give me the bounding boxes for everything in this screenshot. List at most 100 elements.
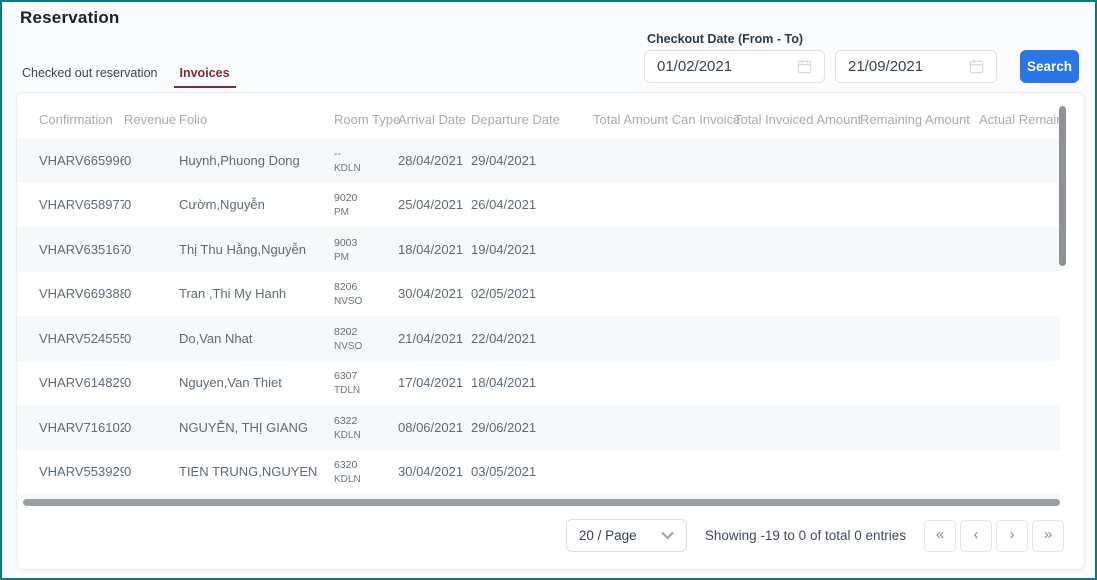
arrival-date-cell: 25/04/2021 <box>398 183 471 228</box>
actual-remaining-cell <box>979 361 1060 406</box>
page-size-select[interactable]: 20 / Page <box>566 519 687 552</box>
room-number: 6320 <box>334 457 398 474</box>
revenue-cell: 0 <box>124 138 179 183</box>
table-row: VHARV6148290Nguyen,Van Thiet6307TDLN17/0… <box>17 361 1060 406</box>
remaining-amount-cell <box>860 405 979 450</box>
chevron-down-icon <box>661 531 674 540</box>
total-invoiced-amount-cell <box>734 272 860 317</box>
date-from-input[interactable] <box>657 58 767 75</box>
remaining-amount-cell <box>860 361 979 406</box>
revenue-cell: 0 <box>124 405 179 450</box>
column-header-total-invoiced-amount: Total Invoiced Amount <box>734 93 860 138</box>
next-page-button[interactable]: › <box>996 520 1028 552</box>
remaining-amount-cell <box>860 316 979 361</box>
folio-cell: Huynh,Phuong Dong <box>179 138 334 183</box>
room-type-code: KDLN <box>334 474 398 486</box>
actual-remaining-cell <box>979 227 1060 272</box>
table-scroll-region: Confirmation Revenue Folio Room Type Arr… <box>17 93 1060 500</box>
arrival-date-cell: 08/06/2021 <box>398 405 471 450</box>
folio-cell: Do,Van Nhat <box>179 316 334 361</box>
column-header-remaining-amount: Remaining Amount <box>860 93 979 138</box>
pagination-summary: Showing -19 to 0 of total 0 entries <box>705 528 906 543</box>
table-row: VHARV6693880Tran ,Thi My Hanh8206NVSO30/… <box>17 272 1060 317</box>
departure-date-cell: 02/05/2021 <box>471 272 593 317</box>
tab-bar: Checked out reservation Invoices <box>20 64 236 88</box>
room-type-code: PM <box>334 252 398 264</box>
total-amount-can-invoice-cell <box>593 272 734 317</box>
date-to-input[interactable] <box>848 58 958 75</box>
arrival-date-cell: 30/04/2021 <box>398 450 471 495</box>
table-body: VHARV6659960Huynh,Phuong Dong--KDLN28/04… <box>17 138 1060 500</box>
date-from-field[interactable] <box>644 50 825 83</box>
horizontal-scrollbar-thumb[interactable] <box>23 499 1060 506</box>
confirmation-cell: VHARV553929 <box>17 450 124 495</box>
total-invoiced-amount-cell <box>734 316 860 361</box>
room-type-code: KDLN <box>334 163 398 175</box>
confirmation-cell: VHARV669388 <box>17 272 124 317</box>
confirmation-cell: VHARV665996 <box>17 138 124 183</box>
departure-date-cell: 26/04/2021 <box>471 183 593 228</box>
table-row: VHARV6351670Thị Thu Hằng,Nguyễn9003PM18/… <box>17 227 1060 272</box>
departure-date-cell: 03/05/2021 <box>471 450 593 495</box>
room-type-cell: 9020PM <box>334 183 398 228</box>
total-amount-can-invoice-cell <box>593 361 734 406</box>
room-number: -- <box>334 146 398 163</box>
calendar-icon[interactable] <box>969 59 984 74</box>
tab-checked-out-reservation[interactable]: Checked out reservation <box>20 64 160 88</box>
folio-cell: TIEN TRUNG,NGUYEN <box>179 450 334 495</box>
pagination-nav: « ‹ › » <box>924 520 1064 552</box>
total-invoiced-amount-cell <box>734 450 860 495</box>
search-button[interactable]: Search <box>1020 50 1079 83</box>
actual-remaining-cell <box>979 272 1060 317</box>
room-type-cell: 8202NVSO <box>334 316 398 361</box>
remaining-amount-cell <box>860 272 979 317</box>
table-row: VHARV6589770Cườm,Nguyễn9020PM25/04/20212… <box>17 183 1060 228</box>
arrival-date-cell: 17/04/2021 <box>398 361 471 406</box>
room-number: 8202 <box>334 324 398 341</box>
room-number: 6322 <box>334 413 398 430</box>
date-to-field[interactable] <box>835 50 997 83</box>
table-header-row: Confirmation Revenue Folio Room Type Arr… <box>17 93 1060 138</box>
column-header-arrival-date: Arrival Date <box>398 93 471 138</box>
column-header-revenue: Revenue <box>124 93 179 138</box>
confirmation-cell: VHARV635167 <box>17 227 124 272</box>
arrival-date-cell: 21/04/2021 <box>398 316 471 361</box>
room-type-code: TDLN <box>334 385 398 397</box>
first-page-button[interactable]: « <box>924 520 956 552</box>
column-header-folio: Folio <box>179 93 334 138</box>
pagination-bar: 20 / Page Showing -19 to 0 of total 0 en… <box>566 519 1064 552</box>
total-amount-can-invoice-cell <box>593 450 734 495</box>
confirmation-cell: VHARV658977 <box>17 183 124 228</box>
departure-date-cell: 18/04/2021 <box>471 361 593 406</box>
prev-page-button[interactable]: ‹ <box>960 520 992 552</box>
invoices-table: Confirmation Revenue Folio Room Type Arr… <box>17 93 1060 500</box>
column-header-room-type: Room Type <box>334 93 398 138</box>
room-type-code: NVSO <box>334 296 398 308</box>
departure-date-cell: 29/04/2021 <box>471 138 593 183</box>
tab-invoices[interactable]: Invoices <box>174 64 236 88</box>
vertical-scrollbar-thumb[interactable] <box>1059 106 1066 266</box>
column-header-total-amount-can-invoice: Total Amount Can Invoice <box>593 93 734 138</box>
room-type-cell: 9003PM <box>334 227 398 272</box>
revenue-cell: 0 <box>124 316 179 361</box>
revenue-cell: 0 <box>124 227 179 272</box>
room-number: 6307 <box>334 368 398 385</box>
checkout-date-label: Checkout Date (From - To) <box>647 32 803 46</box>
arrival-date-cell: 30/04/2021 <box>398 272 471 317</box>
room-type-code: KDLN <box>334 430 398 442</box>
remaining-amount-cell <box>860 227 979 272</box>
actual-remaining-cell <box>979 405 1060 450</box>
table-row: VHARV5245550Do,Van Nhat8202NVSO21/04/202… <box>17 316 1060 361</box>
room-type-code: NVSO <box>334 341 398 353</box>
calendar-icon[interactable] <box>797 59 812 74</box>
total-invoiced-amount-cell <box>734 227 860 272</box>
room-type-code: PM <box>334 207 398 219</box>
remaining-amount-cell <box>860 450 979 495</box>
confirmation-cell: VHARV524555 <box>17 316 124 361</box>
revenue-cell: 0 <box>124 272 179 317</box>
last-page-button[interactable]: » <box>1032 520 1064 552</box>
revenue-cell: 0 <box>124 183 179 228</box>
room-type-cell: 8206NVSO <box>334 272 398 317</box>
arrival-date-cell: 18/04/2021 <box>398 227 471 272</box>
results-card: Confirmation Revenue Folio Room Type Arr… <box>16 92 1085 570</box>
